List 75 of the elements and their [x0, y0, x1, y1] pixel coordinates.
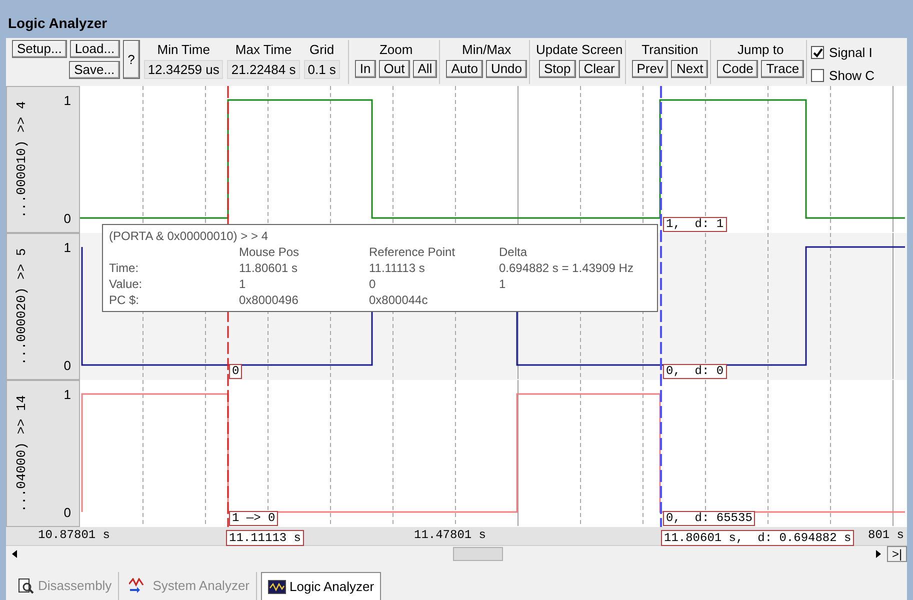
group-label: Transition [642, 41, 698, 59]
tooltip-column-header: Delta [499, 244, 528, 260]
document-search-icon [18, 578, 34, 594]
tooltip-column-header: Mouse Pos [239, 244, 300, 260]
toolbar-button[interactable]: In [354, 60, 376, 78]
left-arrow-icon [12, 550, 17, 558]
toolbar-button[interactable]: Clear [578, 60, 620, 78]
axis-label: 1 [64, 386, 71, 404]
cursor-time: 11.80601 s, d: 0.694882 s [661, 530, 854, 546]
scroll-end-button[interactable]: >| [887, 546, 907, 562]
tooltip-value: 11.80601 s [239, 260, 298, 276]
readout-label: Max Time [235, 41, 292, 59]
group-label: Min/Max [462, 41, 512, 59]
readout-label: Grid [310, 41, 334, 59]
toolbar-button[interactable]: Code [717, 60, 758, 78]
channel-label: ...000010) >> 4 [13, 100, 30, 218]
tooltip-column-header: Reference Point [369, 244, 456, 260]
tooltip-value: 0x8000496 [239, 292, 300, 308]
group-label: Zoom [379, 41, 413, 59]
readout-label: Min Time [157, 41, 210, 59]
analyzer-icon [268, 580, 286, 594]
axis-label: 0 [64, 210, 71, 228]
toolbar-button[interactable]: Stop [538, 60, 576, 78]
tooltip-row-label: PC $: [109, 292, 140, 308]
save-button[interactable]: Save... [69, 61, 120, 79]
axis-label: 0 [64, 504, 71, 522]
reference-time: 11.11113 s [226, 530, 304, 546]
tooltip-value: 0.694882 s = 1.43909 Hz [499, 260, 634, 276]
time-tick-label: 801 s [868, 528, 904, 542]
toolbar-button[interactable]: Auto [446, 60, 483, 78]
tooltip-row-label: Value: [109, 276, 144, 292]
tab-label: Disassembly [38, 577, 112, 596]
axis-label: 1 [64, 239, 71, 257]
cursor-value: 1, d: 1 [663, 217, 727, 232]
tab[interactable]: Logic Analyzer [260, 572, 382, 600]
time-tick-label: 11.47801 s [414, 528, 486, 542]
tooltip-value: 0x800044c [369, 292, 429, 308]
cursor-value: 0, d: 0 [663, 364, 727, 379]
toolbar-button[interactable]: Undo [486, 60, 528, 78]
group-label: Update Screen [536, 41, 623, 59]
tooltip-title: (PORTA & 0x00000010) > > 4 [109, 228, 269, 244]
tooltip-value: 11.11113 s [369, 260, 426, 276]
load-button[interactable]: Load... [70, 40, 120, 58]
toolbar-button[interactable]: Out [378, 60, 410, 78]
checkbox-label: Show C [829, 66, 875, 84]
reference-value: 1 —> 0 [229, 511, 278, 526]
checkbox[interactable] [811, 46, 824, 60]
time-tick-label: 10.87801 s [38, 528, 110, 542]
channel-label: ...000020) >> 5 [13, 248, 30, 366]
checkbox-label: Signal I [829, 44, 872, 62]
tooltip-value: 0 [369, 276, 377, 292]
readout-value: 21.22484 s [227, 60, 300, 79]
window-title: Logic Analyzer [8, 14, 108, 33]
help-button[interactable]: ? [122, 40, 140, 79]
axis-label: 0 [64, 356, 71, 374]
channel-label: ...04000) >> 14 [13, 394, 30, 512]
readout-value: 0.1 s [304, 60, 340, 79]
setup-button[interactable]: Setup... [12, 40, 67, 58]
axis-label: 1 [64, 92, 71, 110]
toolbar-button[interactable]: Next [671, 60, 708, 78]
right-arrow-icon [876, 550, 881, 558]
scroll-thumb[interactable] [453, 547, 503, 561]
readout-value: 12.34259 us [144, 60, 224, 79]
tab-label: System Analyzer [152, 577, 250, 596]
toolbar-button[interactable]: Trace [761, 60, 804, 78]
toolbar-button[interactable]: All [412, 60, 438, 78]
cursor-value: 0, d: 65535 [663, 511, 756, 526]
tooltip-value: 1 [499, 276, 507, 292]
reference-value: 0 [229, 364, 242, 379]
group-label: Jump to [738, 41, 784, 59]
checkbox[interactable] [811, 68, 824, 82]
toolbar-button[interactable]: Prev [632, 60, 668, 78]
tooltip-row-label: Time: [109, 260, 140, 276]
tab-label: Logic Analyzer [290, 578, 374, 596]
tooltip-value: 1 [239, 276, 247, 292]
